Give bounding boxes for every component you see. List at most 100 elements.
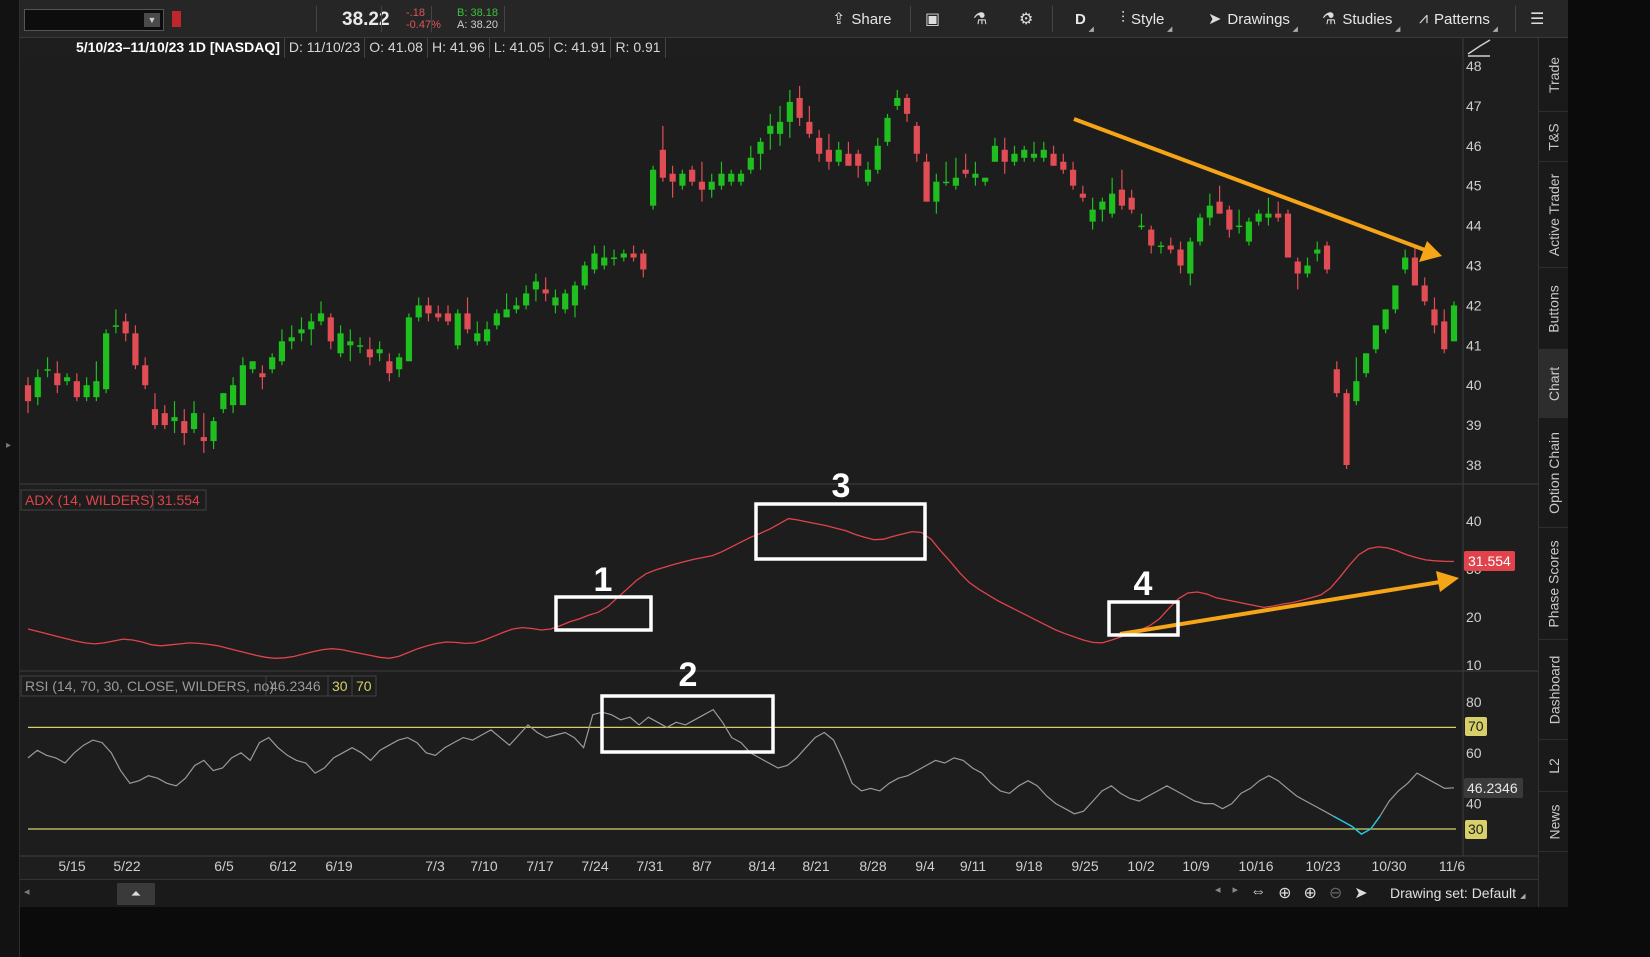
candle-body[interactable] <box>151 409 159 426</box>
candle-body[interactable] <box>1216 201 1223 214</box>
candle-body[interactable] <box>1157 245 1165 248</box>
candle-body[interactable] <box>132 333 139 366</box>
candle-body[interactable] <box>230 385 237 406</box>
candle-body[interactable] <box>1099 201 1106 210</box>
scroll-right-icon[interactable]: ▸ <box>1233 883 1239 903</box>
candle-body[interactable] <box>1294 261 1301 274</box>
candle-body[interactable] <box>620 253 627 258</box>
candle-body[interactable] <box>1206 205 1213 218</box>
candle-body[interactable] <box>972 173 979 178</box>
sidebar-tab-time-and-sales[interactable]: T&S <box>1539 112 1569 162</box>
candle-body[interactable] <box>483 329 491 342</box>
sidebar-tab-option-chain[interactable]: Option Chain <box>1539 418 1569 528</box>
candle-body[interactable] <box>1441 321 1448 350</box>
candle-body[interactable] <box>269 357 276 370</box>
candle-body[interactable] <box>1382 309 1389 330</box>
candle-body[interactable] <box>894 97 901 106</box>
candle-body[interactable] <box>874 145 881 170</box>
candle-body[interactable] <box>649 169 657 206</box>
candle-body[interactable] <box>562 293 569 310</box>
candle-body[interactable] <box>317 313 325 322</box>
candle-body[interactable] <box>63 377 71 382</box>
candle-body[interactable] <box>845 153 852 166</box>
crosshair-icon[interactable]: ⊕ <box>1278 883 1291 903</box>
candle-body[interactable] <box>386 361 393 374</box>
candle-body[interactable] <box>591 253 598 270</box>
candle-body[interactable] <box>308 321 315 330</box>
candle-body[interactable] <box>366 349 373 358</box>
candle-body[interactable] <box>855 153 862 166</box>
candle-body[interactable] <box>1255 213 1262 222</box>
candle-body[interactable] <box>689 169 696 182</box>
candle-body[interactable] <box>884 117 891 142</box>
candle-body[interactable] <box>103 333 110 390</box>
candle-body[interactable] <box>1265 213 1272 218</box>
candle-body[interactable] <box>571 285 579 306</box>
candle-body[interactable] <box>356 345 364 347</box>
pan-horizontal-icon[interactable]: ⇔ <box>1250 883 1266 903</box>
candle-body[interactable] <box>210 421 217 442</box>
candle-body[interactable] <box>259 373 266 378</box>
candle-body[interactable] <box>347 341 354 346</box>
candle-body[interactable] <box>1040 149 1047 158</box>
candle-body[interactable] <box>630 253 637 258</box>
candle-body[interactable] <box>1245 221 1252 242</box>
candle-body[interactable] <box>903 97 911 114</box>
candle-body[interactable] <box>933 181 940 202</box>
scroll-left-icon[interactable]: ◂ <box>24 885 30 898</box>
candle-body[interactable] <box>376 349 383 354</box>
candle-body[interactable] <box>1275 213 1282 218</box>
candle-body[interactable] <box>991 145 999 162</box>
candle-body[interactable] <box>405 317 413 362</box>
candle-body[interactable] <box>679 173 686 186</box>
candle-body[interactable] <box>396 357 403 370</box>
scroll-left-icon[interactable]: ◂ <box>1215 883 1221 903</box>
candle-body[interactable] <box>1187 241 1194 274</box>
candle-body[interactable] <box>278 341 286 362</box>
candle-body[interactable] <box>112 325 120 327</box>
candle-body[interactable] <box>54 373 61 386</box>
candle-body[interactable] <box>1284 213 1292 258</box>
candle-body[interactable] <box>1128 197 1135 210</box>
candle-body[interactable] <box>1148 229 1155 246</box>
candle-body[interactable] <box>737 173 745 182</box>
candle-body[interactable] <box>767 125 774 134</box>
candle-body[interactable] <box>962 169 969 174</box>
candle-body[interactable] <box>122 321 129 334</box>
candle-body[interactable] <box>1402 257 1409 270</box>
candle-body[interactable] <box>728 173 735 182</box>
candle-body[interactable] <box>786 101 793 122</box>
candle-body[interactable] <box>161 413 168 426</box>
candle-body[interactable] <box>1079 193 1086 198</box>
cursor-icon[interactable]: ➤ <box>1354 883 1367 903</box>
candle-body[interactable] <box>1050 153 1057 166</box>
candle-body[interactable] <box>190 413 198 430</box>
candle-body[interactable] <box>337 333 344 354</box>
sidebar-tab-active-trader[interactable]: Active Trader <box>1539 162 1569 268</box>
candle-body[interactable] <box>171 417 178 422</box>
candle-body[interactable] <box>747 157 754 170</box>
sidebar-tab-buttons[interactable]: Buttons <box>1539 268 1569 350</box>
time-scrollbar[interactable] <box>20 880 1210 908</box>
candle-body[interactable] <box>1362 353 1370 374</box>
candle-body[interactable] <box>83 385 90 398</box>
candle-body[interactable] <box>796 97 803 118</box>
candle-body[interactable] <box>816 137 823 154</box>
candle-body[interactable] <box>1011 153 1018 162</box>
sidebar-tab-chart[interactable]: Chart <box>1539 350 1569 418</box>
candle-body[interactable] <box>239 365 246 406</box>
candle-body[interactable] <box>1353 381 1360 402</box>
candle-body[interactable] <box>757 141 764 154</box>
candle-body[interactable] <box>454 313 461 346</box>
candle-body[interactable] <box>923 161 930 202</box>
candle-body[interactable] <box>552 297 559 306</box>
candle-body[interactable] <box>640 253 647 270</box>
candle-body[interactable] <box>659 149 666 178</box>
candle-body[interactable] <box>249 361 256 370</box>
sidebar-tab-news[interactable]: News <box>1539 792 1569 852</box>
candle-body[interactable] <box>444 313 452 322</box>
expand-chart-icon[interactable] <box>1467 39 1491 57</box>
candle-body[interactable] <box>698 181 706 190</box>
sidebar-tab-trade[interactable]: Trade <box>1539 38 1569 112</box>
candle-body[interactable] <box>1392 285 1399 310</box>
